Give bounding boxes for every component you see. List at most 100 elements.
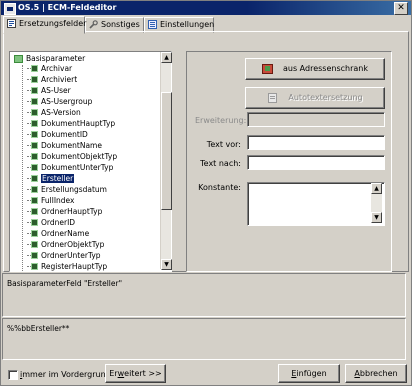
tree-item-label: OrdnerID [41,218,76,227]
tree-item[interactable]: DokumentObjektTyp [27,152,117,162]
checkbox-label-text: mmer im Vordergrund [22,370,111,379]
scroll-down-button[interactable]: ▼ [371,212,382,223]
tree-item[interactable]: DokumentName [27,141,102,151]
description-area: BasisparameterFeld "Ersteller" [2,273,406,317]
einfuegen-button[interactable]: Einfügen [278,364,340,383]
tree-item-label: DokumentUnterTyp [41,163,114,172]
always-on-top-checkbox[interactable] [8,370,18,380]
field-icon [27,251,39,260]
autotext-icon [268,92,278,103]
field-icon [27,262,39,271]
scroll-up-button[interactable]: ▲ [371,183,382,194]
tree-item-label: OrdnerName [41,229,90,238]
close-button[interactable]: ✕ [394,2,408,15]
tree-item[interactable]: OrdnerName [27,229,89,239]
title-bar[interactable]: OS.5 | ECM-Feldeditor ✕ [1,1,411,15]
field-icon [27,185,39,194]
konstante-label: Konstante: [198,183,241,192]
description-text: BasisparameterFeld "Ersteller" [7,279,123,288]
field-icon [27,108,39,117]
tree-item[interactable]: OrdnerObjektTyp [27,240,104,250]
code-preview-area[interactable]: %%bbErsteller** [2,318,406,360]
field-icon [27,119,39,128]
tree-item[interactable]: Archivar [27,64,72,74]
konstante-scrollbar[interactable]: ▲ ▼ [371,183,382,223]
scroll-thumb[interactable] [161,92,172,210]
erweiterung-label: Erweiterung: [195,116,247,125]
button-text: Er [109,369,118,378]
tab-label: Ersetzungsfelder [19,19,87,28]
fields-icon [7,19,16,28]
tree-item-label: DokumentHauptTyp [41,119,116,128]
autotext-button[interactable]: Autotextersetzung [245,87,385,109]
address-book-icon [262,63,273,74]
erweitert-button[interactable]: Erweitert >> [105,364,166,383]
tree-item[interactable]: AS-Usergroup [27,97,92,107]
folder-icon [14,55,23,63]
konstante-textarea[interactable] [247,182,385,226]
button-text: bbrechen [359,369,398,378]
field-icon [27,141,39,150]
tree-item-label: RegisterHauptTyp [41,262,108,271]
wrench-icon [89,20,98,29]
tree-item-label: Erstellungsdatum [41,185,107,194]
tree-item-label: AS-User [41,86,71,95]
scroll-down-button[interactable]: ▼ [161,259,172,270]
always-on-top-label: immer im Vordergrund [20,370,111,379]
code-preview-text: %%bbErsteller** [7,324,70,333]
scroll-up-button[interactable]: ▲ [161,52,172,63]
abbrechen-button[interactable]: Abbrechen [345,364,407,383]
tree-item[interactable]: Ersteller [27,174,75,184]
tab-ersetzungsfelder[interactable]: Ersetzungsfelder [3,16,87,34]
field-icon [27,218,39,227]
window-title: OS.5 | ECM-Feldeditor [18,3,117,12]
erweiterung-field [247,112,385,127]
field-icon [27,174,39,183]
tree-item-label: Archivar [41,64,73,73]
button-text: eitert >> [124,369,162,378]
tree-item[interactable]: OrdnerHauptTyp [27,207,102,217]
field-icon [27,196,39,205]
tree-item[interactable]: AS-User [27,86,71,96]
field-icon [27,86,39,95]
tree-item[interactable]: DokumentHauptTyp [27,119,115,129]
tree-item[interactable]: Erstellungsdatum [27,185,107,195]
tab-label: Sonstiges [101,20,140,29]
tree-connector [22,65,23,271]
tree-item-label: Ersteller [41,174,75,183]
field-tree[interactable]: Basisparameter Archivar Archiviert AS-User… [9,51,172,272]
field-icon [27,240,39,249]
field-icon [27,229,39,238]
field-icon [27,207,39,216]
tree-item[interactable]: AS-Version [27,108,81,118]
field-icon [27,130,39,139]
text-vor-input[interactable] [247,135,385,150]
tree-item-label: FullIndex [41,196,75,205]
text-nach-label: Text nach: [200,159,241,168]
tree-item[interactable]: RegisterHauptTyp [27,262,108,271]
button-text: infügen [296,369,327,378]
tree-item[interactable]: OrdnerID [27,218,75,228]
tree-item[interactable]: OrdnerUnterTyp [27,251,101,261]
tree-root-basisparameter[interactable]: Basisparameter [14,54,85,64]
text-vor-label: Text vor: [206,140,241,149]
field-icon [27,163,39,172]
tree-item[interactable]: DokumentUnterTyp [27,163,113,173]
address-book-button[interactable]: aus Adressenschrank [245,58,385,80]
tree-root-label: Basisparameter [26,54,86,63]
text-nach-input[interactable] [247,155,385,170]
address-book-label: aus Adressenschrank [283,64,368,73]
tree-item[interactable]: FullIndex [27,196,74,206]
tree-item[interactable]: Archiviert [27,75,77,85]
tree-item[interactable]: DokumentID [27,130,88,140]
tree-item-label: AS-Version [41,108,81,117]
tree-item-label: Archiviert [41,75,78,84]
tree-scrollbar[interactable]: ▲ ▼ [160,52,172,270]
tree-item-label: OrdnerObjektTyp [41,240,105,249]
field-icon [27,64,39,73]
app-icon [4,3,16,15]
tree-item-label: DokumentID [41,130,88,139]
tab-label: Einstellungen [160,20,215,29]
tree-item-label: AS-Usergroup [41,97,93,106]
autotext-label: Autotextersetzung [288,93,363,102]
